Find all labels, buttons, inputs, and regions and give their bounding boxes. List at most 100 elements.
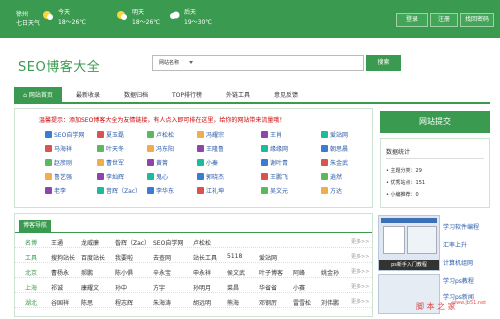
blog-link[interactable]: 朱海涛: [153, 298, 171, 307]
site-link[interactable]: 赵彦刚: [45, 159, 72, 169]
sidebar-link[interactable]: 计算机组网: [443, 258, 473, 267]
site-link[interactable]: 卢松松: [147, 131, 174, 141]
blog-link[interactable]: 龙威廉: [81, 238, 99, 247]
blog-link[interactable]: 叶子博客: [259, 268, 283, 277]
site-link[interactable]: 朝思晨: [321, 145, 348, 155]
search-button[interactable]: 搜索: [366, 55, 401, 71]
site-link[interactable]: 郭晓杰: [197, 173, 224, 183]
nav-feedback[interactable]: 意见反馈: [264, 87, 308, 104]
blog-category[interactable]: 名博: [25, 238, 37, 247]
site-link[interactable]: 冯耀宗: [197, 131, 224, 141]
site-link[interactable]: 江礼坤: [197, 187, 224, 197]
blog-link[interactable]: 小赛: [293, 283, 305, 292]
blog-link[interactable]: 华省省: [259, 283, 277, 292]
blog-link[interactable]: 陈思: [81, 298, 93, 307]
site-link[interactable]: 叶天冬: [97, 145, 124, 155]
blog-category[interactable]: 湖北: [25, 298, 37, 307]
site-link[interactable]: 夏玉磊: [97, 131, 124, 141]
register-button[interactable]: 注册: [430, 13, 458, 27]
site-link[interactable]: 逍然: [321, 173, 342, 183]
nav-top-ranking[interactable]: TOP排行榜: [162, 87, 212, 104]
blog-link[interactable]: 胡远明: [193, 298, 211, 307]
site-link[interactable]: 昔辉（Zac）: [97, 187, 141, 197]
site-link[interactable]: 吴文元: [261, 187, 288, 197]
chevron-down-icon[interactable]: [189, 61, 193, 64]
blog-link[interactable]: 康耀文: [81, 283, 99, 292]
blog-link[interactable]: 刘伟鹏: [321, 298, 339, 307]
blog-link[interactable]: 5118: [227, 253, 242, 260]
nav-home[interactable]: ⌂ 网站首页: [14, 87, 62, 104]
more-link[interactable]: 更多>>: [351, 253, 369, 260]
nav-archive[interactable]: 数据归档: [114, 87, 158, 104]
blog-link[interactable]: 昝辉（Zac）: [115, 238, 150, 247]
blog-link[interactable]: 孙明月: [193, 283, 211, 292]
site-link[interactable]: 王隆鲁: [197, 145, 224, 155]
blog-link[interactable]: 陈小俱: [115, 268, 133, 277]
divider: [386, 158, 484, 159]
more-link[interactable]: 更多>>: [351, 298, 369, 305]
site-link[interactable]: 爱站网: [321, 131, 348, 141]
site-link[interactable]: 缘缘网: [261, 145, 288, 155]
blog-link[interactable]: 去查网: [153, 253, 171, 262]
more-link[interactable]: 更多>>: [351, 268, 369, 275]
site-logo[interactable]: SEO博客大全: [18, 56, 100, 75]
blog-link[interactable]: 郝鹏: [81, 268, 93, 277]
blog-link[interactable]: 雷雪松: [293, 298, 311, 307]
site-link[interactable]: 鬼心: [147, 173, 168, 183]
blog-link[interactable]: SEO自学网: [153, 238, 183, 247]
blog-link[interactable]: 熊海: [227, 298, 239, 307]
article-thumbnail[interactable]: ps新手入门教程: [378, 215, 440, 271]
sidebar-link[interactable]: 汇率上升: [443, 240, 467, 249]
site-link[interactable]: 方达: [321, 187, 342, 197]
blog-link[interactable]: 孙中: [115, 283, 127, 292]
blog-link[interactable]: 爱站网: [259, 253, 277, 262]
site-link[interactable]: 王鹏飞: [261, 173, 288, 183]
search-box[interactable]: 网站名称: [152, 55, 364, 71]
nav-latest[interactable]: 最新收录: [66, 87, 110, 104]
blog-link[interactable]: 菜昌: [227, 283, 239, 292]
blog-link[interactable]: 辛永宝: [153, 268, 171, 277]
blog-link[interactable]: 阿峰: [293, 268, 305, 277]
more-link[interactable]: 更多>>: [351, 238, 369, 245]
blog-link[interactable]: 我要啦: [115, 253, 133, 262]
blog-link[interactable]: 侯文武: [227, 268, 245, 277]
blog-link[interactable]: 祁诚: [51, 283, 63, 292]
site-link[interactable]: 李灿辉: [97, 173, 124, 183]
site-link[interactable]: 朱金武: [321, 159, 348, 169]
site-link[interactable]: SEO自学网: [45, 131, 84, 141]
site-link[interactable]: 老李: [45, 187, 66, 197]
login-button[interactable]: 登录: [396, 13, 428, 27]
site-favicon-icon: [97, 131, 104, 138]
site-link[interactable]: 冯东阳: [147, 145, 174, 155]
blog-link[interactable]: 方宇: [153, 283, 165, 292]
site-link[interactable]: 曹世军: [97, 159, 124, 169]
blog-category[interactable]: 工具: [25, 253, 37, 262]
search-category-label[interactable]: 网站名称: [159, 59, 179, 66]
site-link[interactable]: 马海祥: [45, 145, 72, 155]
blog-link[interactable]: 百度站长: [81, 253, 105, 262]
blog-link[interactable]: 姚金孙: [321, 268, 339, 277]
nav-link-tools[interactable]: 外链工具: [216, 87, 260, 104]
more-link[interactable]: 更多>>: [351, 283, 369, 290]
blog-link[interactable]: 曹杨永: [51, 268, 69, 277]
site-link[interactable]: 王肖: [261, 131, 282, 141]
submit-site-button[interactable]: 网站提交: [380, 111, 490, 133]
blog-category[interactable]: 上海: [25, 283, 37, 292]
blog-link[interactable]: 王通: [51, 238, 63, 247]
site-link[interactable]: 小秦: [197, 159, 218, 169]
blog-link[interactable]: 站长工具: [193, 253, 217, 262]
site-link[interactable]: 李华东: [147, 187, 174, 197]
blog-category[interactable]: 北京: [25, 268, 37, 277]
recover-password-button[interactable]: 找回密码: [460, 13, 494, 27]
site-link[interactable]: 黄箐: [147, 159, 168, 169]
blog-link[interactable]: 程志辉: [115, 298, 133, 307]
site-link[interactable]: 鲁艺强: [45, 173, 72, 183]
blog-link[interactable]: 申永祥: [193, 268, 211, 277]
blog-link[interactable]: 卢松松: [193, 238, 211, 247]
site-link[interactable]: 谢叶青: [261, 159, 288, 169]
sidebar-link[interactable]: 学习软件编程: [443, 222, 479, 231]
blog-link[interactable]: 邓钢厉: [259, 298, 277, 307]
blog-link[interactable]: 谷国祥: [51, 298, 69, 307]
blog-link[interactable]: 搜狗站长: [51, 253, 75, 262]
sidebar-link[interactable]: 学习ps教程: [443, 276, 474, 285]
